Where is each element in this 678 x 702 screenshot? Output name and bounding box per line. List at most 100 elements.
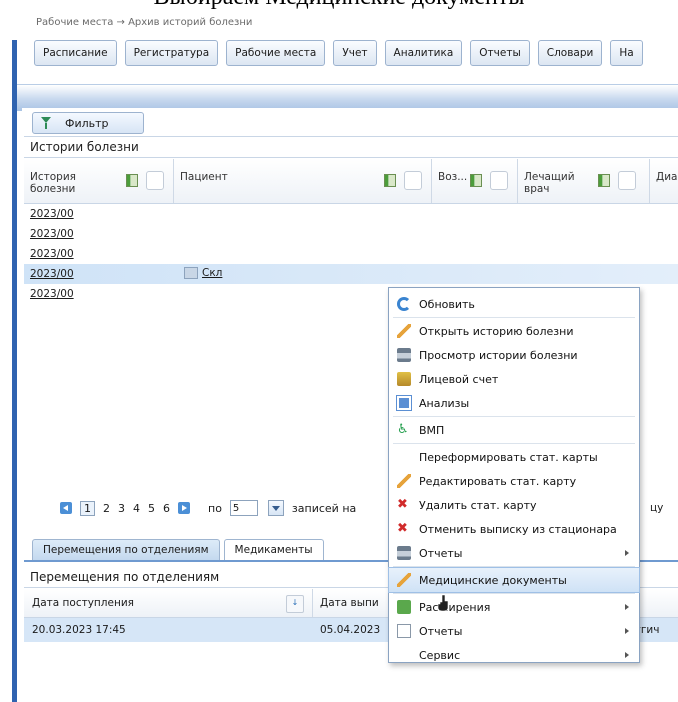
nav-analytics-button[interactable]: Аналитика [384,40,463,66]
pager: 1 2 3 4 5 6 по 5 записей на [60,500,356,516]
column-admit-date[interactable]: Дата поступления [32,597,134,609]
page-1[interactable]: 1 [80,500,95,516]
column-patient[interactable]: Пациент [174,159,432,203]
nav-registry-button[interactable]: Регистратура [124,40,219,66]
menu-item-analyses[interactable]: Анализы [389,391,639,415]
column-diagnosis-label: Диа [656,171,678,183]
menu-item-edit-stat-card[interactable]: Редактировать стат. карту [389,469,639,493]
pencil-icon [397,474,411,488]
filter-button[interactable]: Фильтр [32,112,144,134]
column-doctor-label: Лечащий врач [524,171,575,195]
menu-item-label: Лицевой счет [419,372,499,386]
next-page-icon[interactable] [178,502,190,514]
delete-icon: ✖ [397,497,408,512]
records-label: записей на [291,501,357,515]
column-age-label: Воз... [438,171,468,183]
menu-item-refresh[interactable]: Обновить [389,292,639,316]
history-link[interactable]: 2023/00 [30,208,74,220]
submenu-arrow-icon [625,652,629,658]
menu-item-reports-2[interactable]: Отчеты [389,619,639,643]
menu-item-medical-documents[interactable]: Медицинские документы [388,567,640,593]
left-accent-bar [12,40,17,702]
nav-accounting-button[interactable]: Учет [333,40,377,66]
page-5[interactable]: 5 [148,502,155,515]
history-link[interactable]: 2023/00 [30,228,74,240]
chevron-down-icon[interactable] [267,500,284,516]
menu-item-open-history[interactable]: Открыть историю болезни [389,319,639,343]
filter-label: Фильтр [65,116,109,130]
breadcrumb: Рабочие места → Архив историй болезни [36,17,253,28]
previous-page-icon[interactable] [60,502,72,514]
nav-workplaces-button[interactable]: Рабочие места [226,40,326,66]
table-row[interactable]: 2023/00 [24,244,678,264]
page-4[interactable]: 4 [133,502,140,515]
menu-item-label: Отменить выписку из стационара [419,522,617,536]
submenu-arrow-icon [625,550,629,556]
page-6[interactable]: 6 [163,502,170,515]
column-diagnosis[interactable]: Диа [650,159,678,203]
page-size-input[interactable]: 5 [229,500,258,516]
menu-item-label: Отчеты [419,546,463,560]
column-chooser-icon[interactable] [126,174,138,187]
history-link[interactable]: 2023/00 [30,288,74,300]
admit-date-value: 20.03.2023 17:45 [32,624,126,636]
patient-card-icon [184,267,198,279]
column-patient-label: Пациент [180,171,228,183]
menu-item-label: Расширения [419,600,491,614]
menu-separator [393,593,635,594]
column-filter-box[interactable] [618,171,636,190]
menu-item-vmp[interactable]: ♿ ВМП [389,418,639,442]
menu-item-cancel-discharge[interactable]: ✖ Отменить выписку из стационара [389,517,639,541]
page-2[interactable]: 2 [103,502,110,515]
printer-icon [397,546,411,560]
column-filter-box[interactable] [146,171,164,190]
column-filter-box[interactable] [404,171,422,190]
submenu-arrow-icon [625,628,629,634]
menu-item-account[interactable]: Лицевой счет [389,367,639,391]
menu-item-label: Отчеты [419,624,463,638]
column-filter-box[interactable] [490,171,508,190]
nav-schedule-button[interactable]: Расписание [34,40,117,66]
menu-item-label: Просмотр истории болезни [419,348,578,362]
history-link[interactable]: 2023/00 [30,268,74,280]
menu-item-label: Анализы [419,396,470,410]
column-history[interactable]: История болезни [24,159,174,203]
menu-separator [393,566,635,567]
pencil-icon [397,573,411,587]
menu-item-extensions[interactable]: Расширения [389,595,639,619]
grid-header: История болезни Пациент Воз... Лечащий в… [24,159,678,204]
nav-dictionaries-button[interactable]: Словари [537,40,603,66]
nav-reports-button[interactable]: Отчеты [470,40,530,66]
header-banner [17,84,678,111]
filter-icon [41,117,51,129]
patient-cell[interactable]: Скл [184,267,222,279]
menu-item-label: Обновить [419,297,475,311]
table-row-selected[interactable]: 2023/00 Скл [24,264,678,284]
history-link[interactable]: 2023/00 [30,248,74,260]
pencil-icon [397,324,411,338]
patient-name[interactable]: Скл [202,267,222,279]
sort-icon[interactable]: ↓ [286,595,304,613]
table-row[interactable]: 2023/00 [24,204,678,224]
page-3[interactable]: 3 [118,502,125,515]
hand-cursor-icon [438,595,449,611]
column-doctor[interactable]: Лечащий врач [518,159,650,203]
table-row[interactable]: 2023/00 [24,224,678,244]
submenu-arrow-icon [625,604,629,610]
nav-more-button[interactable]: На [610,40,643,66]
column-chooser-icon[interactable] [598,174,610,187]
menu-item-label: Открыть историю болезни [419,324,574,338]
tab-department-moves[interactable]: Перемещения по отделениям [32,539,220,560]
menu-item-reform-stat-cards[interactable]: Переформировать стат. карты [389,445,639,469]
document-icon [397,624,411,638]
menu-item-delete-stat-card[interactable]: ✖ Удалить стат. карту [389,493,639,517]
menu-item-reports[interactable]: Отчеты [389,541,639,565]
column-chooser-icon[interactable] [470,174,482,187]
column-chooser-icon[interactable] [384,174,396,187]
menu-item-view-history[interactable]: Просмотр истории болезни [389,343,639,367]
menu-item-service[interactable]: Сервис [389,643,639,667]
panel-title: Истории болезни [24,136,678,158]
tab-medications[interactable]: Медикаменты [223,539,324,560]
column-discharge-date[interactable]: Дата выпи [320,597,379,609]
column-age[interactable]: Воз... [432,159,518,203]
